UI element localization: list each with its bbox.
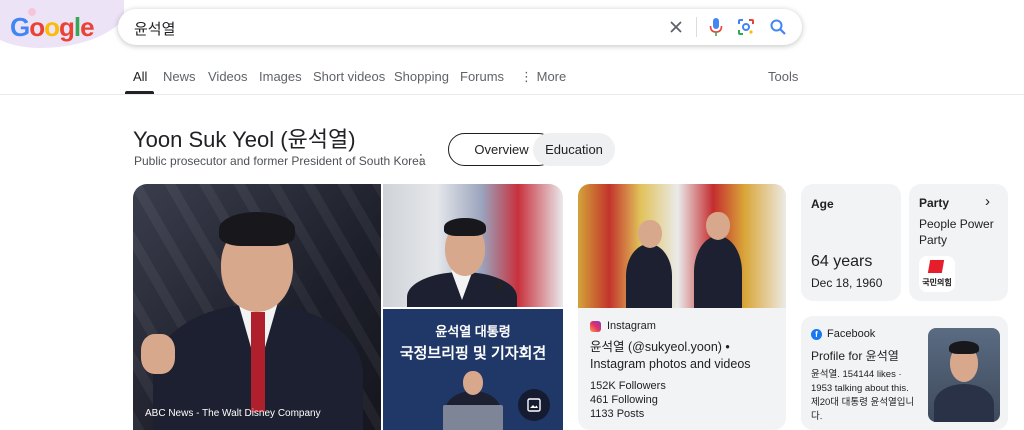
instagram-posts: 1133 Posts <box>590 408 645 420</box>
instagram-source: Instagram <box>590 320 656 332</box>
search-tabs: All News Videos Images Short videos Shop… <box>0 64 1024 95</box>
instagram-followers: 152K Followers <box>590 380 666 392</box>
searchbar-divider <box>696 17 697 37</box>
tab-all[interactable]: All <box>133 69 147 84</box>
facebook-source: f Facebook <box>811 328 875 340</box>
more-dots-icon: ⋮ <box>520 69 537 84</box>
age-card[interactable]: Age 64 years Dec 18, 1960 <box>801 184 901 301</box>
tab-more[interactable]: ⋮ More <box>520 69 566 85</box>
facebook-icon: f <box>811 328 822 340</box>
instagram-card[interactable]: Instagram 윤석열 (@sukyeol.yoon) • Instagra… <box>578 184 786 430</box>
tab-more-label: More <box>536 69 567 84</box>
party-logo-text: 국민의힘 <box>922 278 952 287</box>
facebook-description: 윤석열. 154144 likes · 1953 talking about t… <box>811 369 915 422</box>
tab-images[interactable]: Images <box>259 69 302 84</box>
party-logo: 국민의힘 <box>919 256 955 292</box>
instagram-icon <box>590 320 601 332</box>
microphone-icon[interactable] <box>706 17 726 37</box>
clear-icon[interactable] <box>666 17 686 37</box>
briefing-subheadline: 국정브리핑 및 기자회견 <box>399 345 547 362</box>
facebook-card[interactable]: f Facebook Profile for 윤석열 윤석열. 154144 l… <box>801 316 1008 430</box>
search-input[interactable]: 윤석열 <box>134 18 175 39</box>
tab-news[interactable]: News <box>163 69 196 84</box>
search-icon[interactable] <box>768 17 788 37</box>
instagram-source-label: Instagram <box>607 320 656 332</box>
facebook-source-label: Facebook <box>827 328 876 340</box>
image-gallery-icon[interactable] <box>518 389 550 421</box>
instagram-following: 461 Following <box>590 394 658 406</box>
tab-forums[interactable]: Forums <box>460 69 504 84</box>
chevron-right-icon[interactable]: › <box>985 193 990 210</box>
birth-date: Dec 18, 1960 <box>811 276 883 290</box>
age-value: 64 years <box>811 253 873 270</box>
briefing-headline: 윤석열 대통령 <box>435 324 511 339</box>
main-photo[interactable] <box>133 184 381 430</box>
entity-title: Yoon Suk Yeol (윤석열) <box>133 127 356 152</box>
secondary-photo[interactable] <box>383 184 563 307</box>
facebook-title[interactable]: Profile for 윤석열 <box>811 347 899 364</box>
entity-subtitle: Public prosecutor and former President o… <box>134 154 426 168</box>
active-tab-indicator <box>125 91 154 94</box>
google-logo: Google <box>10 12 95 42</box>
image-credit: ABC News - The Walt Disney Company <box>145 408 321 419</box>
google-doodle-logo[interactable]: Google <box>0 0 124 48</box>
age-label: Age <box>811 197 834 211</box>
party-card[interactable]: Party › People Power Party 국민의힘 <box>909 184 1008 301</box>
tab-videos[interactable]: Videos <box>208 69 248 84</box>
instagram-photo <box>578 184 786 308</box>
google-lens-icon[interactable] <box>736 17 756 37</box>
instagram-title[interactable]: 윤석열 (@sukyeol.yoon) • Instagram photos a… <box>590 339 776 373</box>
tools-button[interactable]: Tools <box>768 69 798 84</box>
chip-education[interactable]: Education <box>533 133 615 166</box>
tab-shopping[interactable]: Shopping <box>394 69 449 84</box>
party-label: Party <box>919 196 950 210</box>
more-options-icon[interactable]: ⋮ <box>414 152 428 166</box>
party-value: People Power Party <box>919 217 994 247</box>
tab-short-videos[interactable]: Short videos <box>313 69 385 84</box>
search-box[interactable]: 윤석열 <box>118 9 802 45</box>
party-logo-mark <box>927 260 945 273</box>
facebook-profile-photo <box>928 328 1000 422</box>
